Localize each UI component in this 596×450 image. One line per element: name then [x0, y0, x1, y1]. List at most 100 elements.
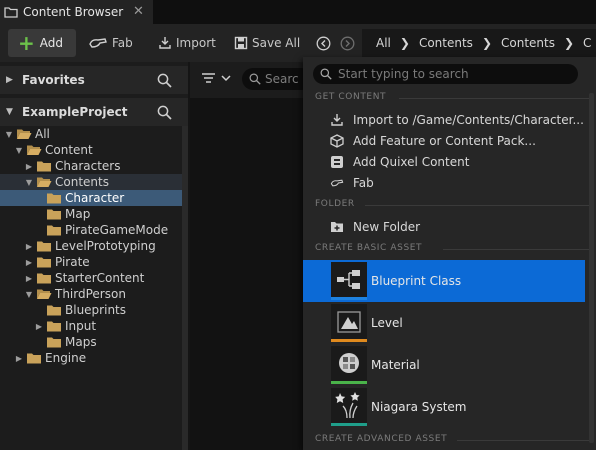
tree-item-pirate[interactable]: ▶ Pirate — [0, 254, 182, 270]
menu-search-placeholder: Start typing to search — [338, 67, 469, 81]
add-feature-pack-item[interactable]: Add Feature or Content Pack... — [303, 130, 596, 151]
project-header[interactable]: ▼ ExampleProject — [0, 98, 188, 126]
tree-item-blueprints[interactable]: Blueprints — [0, 302, 182, 318]
add-button[interactable]: + Add — [8, 29, 76, 57]
save-all-button[interactable]: Save All — [234, 29, 300, 57]
tree-item-label: Blueprints — [65, 303, 127, 317]
tree-item-label: Engine — [45, 351, 87, 365]
project-label: ExampleProject — [22, 105, 128, 119]
collapse-arrow-icon[interactable]: ▼ — [24, 178, 34, 187]
tree-item-character[interactable]: Character — [0, 190, 182, 206]
search-icon[interactable] — [157, 105, 172, 120]
blueprint-icon — [337, 270, 360, 289]
section-folder: FOLDER — [315, 199, 590, 209]
folder-icon — [46, 208, 62, 220]
expand-arrow-icon[interactable]: ▶ — [24, 242, 34, 251]
expand-arrow-icon[interactable]: ▶ — [24, 258, 34, 267]
import-button[interactable]: Import — [158, 29, 216, 57]
breadcrumb-character[interactable]: C — [583, 36, 591, 50]
chevron-right-icon[interactable]: ❯ — [564, 36, 574, 50]
tree-item-levelprototyping[interactable]: ▶ LevelPrototyping — [0, 238, 182, 254]
menu-search-input[interactable]: Start typing to search — [313, 64, 578, 84]
import-icon — [330, 113, 344, 127]
tree-item-label: Input — [65, 319, 97, 333]
section-label: GET CONTENT — [315, 92, 387, 102]
tree-item-thirdperson[interactable]: ▼ ThirdPerson — [0, 286, 182, 302]
divider — [399, 98, 590, 99]
expand-arrow-icon: ▶ — [6, 75, 13, 85]
breadcrumb-contents[interactable]: Contents — [501, 36, 555, 50]
tree-item-maps[interactable]: Maps — [0, 334, 182, 350]
level-item[interactable]: Level — [303, 302, 585, 344]
menu-scrollbar[interactable] — [589, 93, 594, 443]
fab-label: Fab — [353, 175, 374, 190]
material-thumbnail — [331, 346, 367, 384]
tab-bar: Content Browser ✕ — [0, 0, 596, 24]
tree-item-label: Map — [65, 207, 91, 221]
collapse-arrow-icon[interactable]: ▼ — [24, 290, 34, 299]
chevron-right-icon[interactable]: ❯ — [400, 36, 410, 50]
tree-item-label: Characters — [55, 159, 121, 173]
tree-item-contents[interactable]: ▼ Contents — [0, 174, 182, 190]
search-placeholder: Searc — [265, 72, 299, 86]
expand-arrow-icon[interactable]: ▶ — [34, 322, 44, 331]
niagara-system-item[interactable]: Niagara System — [303, 386, 585, 428]
filter-icon[interactable] — [202, 73, 232, 85]
fab-button[interactable]: Fab — [88, 29, 133, 57]
tree-item-characters[interactable]: ▶ Characters — [0, 158, 182, 174]
material-icon — [339, 353, 359, 373]
asset-search-input[interactable]: Searc — [242, 68, 312, 90]
forward-button[interactable] — [340, 29, 355, 57]
tree-item-map[interactable]: Map — [0, 206, 182, 222]
tree-item-content[interactable]: ▼ Content — [0, 142, 182, 158]
breadcrumb-all[interactable]: All — [376, 36, 391, 50]
tree-item-label: ThirdPerson — [55, 287, 126, 301]
folder-icon — [36, 272, 52, 284]
folder-open-icon — [26, 144, 42, 156]
favorites-header[interactable]: ▶ Favorites — [0, 66, 188, 94]
back-button[interactable] — [316, 29, 331, 57]
tree-item-label: LevelPrototyping — [55, 239, 156, 253]
tab-content-browser[interactable]: Content Browser ✕ — [0, 0, 153, 24]
tree-item-startercontent[interactable]: ▶ StarterContent — [0, 270, 182, 286]
divider — [365, 205, 590, 206]
tree-item-label: Contents — [55, 175, 109, 189]
breadcrumb-contents[interactable]: Contents — [419, 36, 473, 50]
tree-item-pirategamemode[interactable]: PirateGameMode — [0, 222, 182, 238]
tree-item-label: PirateGameMode — [65, 223, 169, 237]
tree-item-engine[interactable]: ▶ Engine — [0, 350, 182, 366]
tree-item-label: StarterContent — [55, 271, 145, 285]
fab-icon — [330, 176, 344, 190]
import-menu-item[interactable]: Import to /Game/Contents/Character... — [303, 109, 596, 130]
add-quixel-item[interactable]: Add Quixel Content — [303, 151, 596, 172]
scrollbar[interactable] — [182, 126, 188, 450]
new-folder-label: New Folder — [353, 219, 421, 234]
search-icon[interactable] — [157, 73, 172, 88]
close-icon[interactable]: ✕ — [133, 4, 144, 19]
folder-icon — [36, 256, 52, 268]
material-item[interactable]: Material — [303, 344, 585, 386]
collapse-arrow-icon[interactable]: ▼ — [14, 146, 24, 155]
expand-arrow-icon[interactable]: ▶ — [24, 162, 34, 171]
tree-item-label: Pirate — [55, 255, 90, 269]
search-icon — [320, 68, 332, 80]
divider — [457, 440, 590, 441]
new-folder-item[interactable]: New Folder — [303, 216, 596, 237]
folder-icon — [26, 352, 42, 364]
collapse-arrow-icon[interactable]: ▼ — [4, 130, 14, 139]
chevron-right-icon[interactable]: ❯ — [482, 36, 492, 50]
blueprint-class-label: Blueprint Class — [371, 274, 462, 288]
section-label: FOLDER — [315, 199, 355, 209]
add-menu: Start typing to search GET CONTENT Impor… — [303, 57, 596, 450]
folder-icon — [46, 192, 62, 204]
fab-menu-item[interactable]: Fab — [303, 172, 596, 193]
blueprint-class-item[interactable]: Blueprint Class — [303, 260, 585, 302]
folder-icon — [46, 304, 62, 316]
folder-icon — [46, 224, 62, 236]
expand-arrow-icon[interactable]: ▶ — [14, 354, 24, 363]
tree-item-all[interactable]: ▼ All — [0, 126, 182, 142]
tree-item-input[interactable]: ▶ Input — [0, 318, 182, 334]
sources-panel: ▶ Favorites ▼ ExampleProject ▼ All ▼ Conten… — [0, 62, 188, 450]
back-arrow-icon — [316, 36, 331, 51]
expand-arrow-icon[interactable]: ▶ — [24, 274, 34, 283]
